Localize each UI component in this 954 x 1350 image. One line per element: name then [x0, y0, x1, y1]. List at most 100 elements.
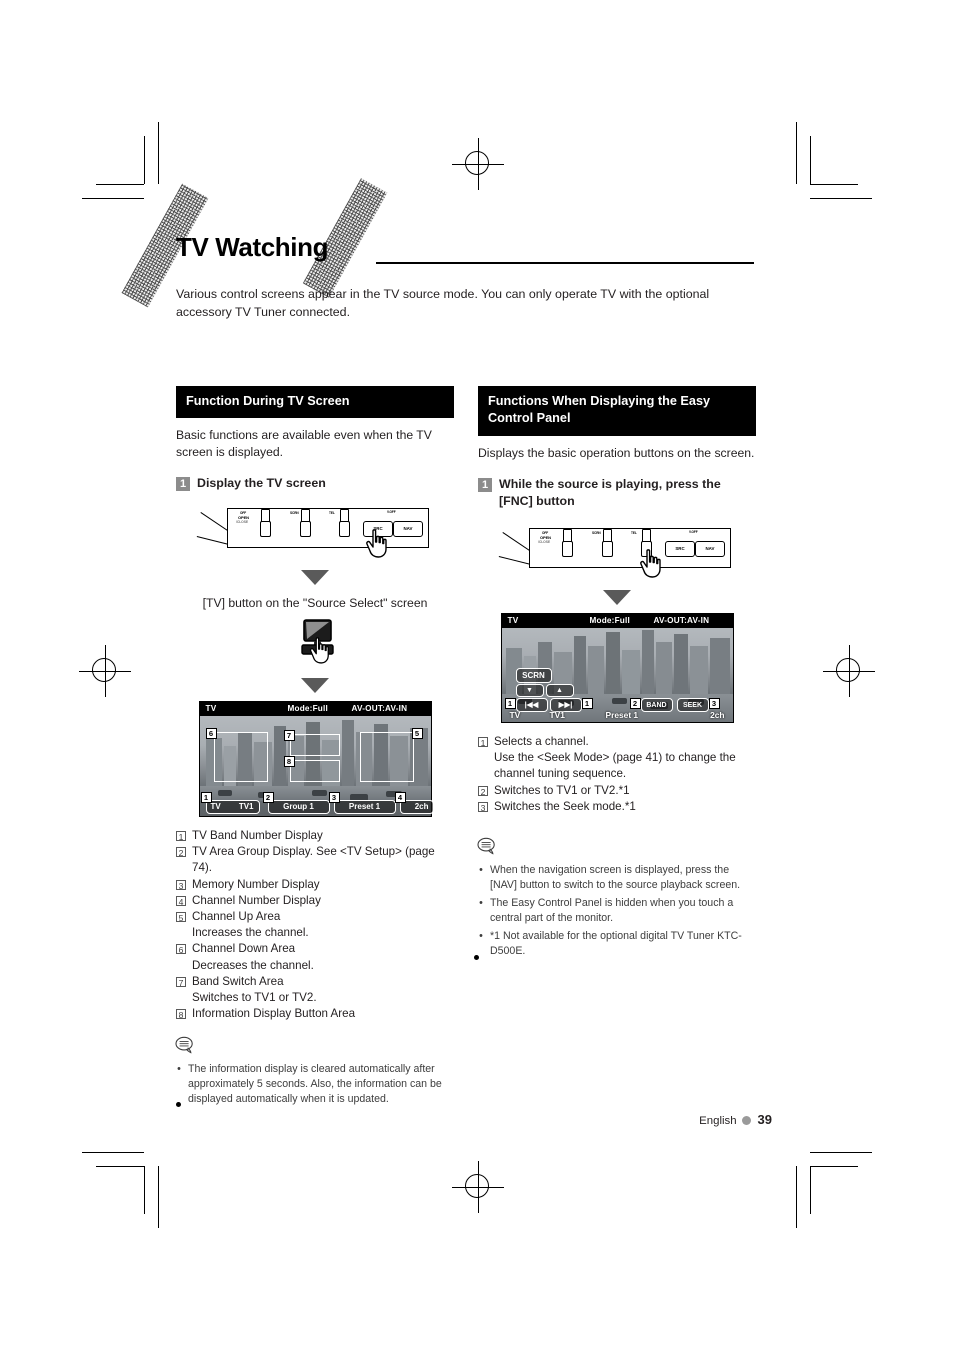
tv-status-bar: TV Mode:Full AV-OUT:AV-IN [199, 702, 431, 716]
list-item: 3 Memory Number Display [176, 877, 454, 893]
callout-3: 3 [708, 698, 720, 709]
item-number: 5 [176, 912, 186, 923]
intro-paragraph: Various control screens appear in the TV… [176, 287, 710, 319]
item-text: TV Band Number Display [192, 829, 323, 842]
left-faceplate-label-close: /CLOSE [236, 520, 249, 524]
right-item-list: 1 Selects a channel. Use the <Seek Mode> … [478, 734, 756, 815]
left-faceplate-label-voff: V.OFF [387, 510, 396, 514]
item-number: 3 [176, 879, 186, 891]
note-text: The information display is cleared autom… [188, 1063, 442, 1106]
right-faceplate-label-close: /CLOSE [538, 540, 551, 544]
item-text: Band Switch Area [192, 974, 284, 988]
item-number: 2 [176, 847, 186, 858]
callout-6: 6 [205, 728, 217, 739]
manual-page: TV Watching Various control screens appe… [0, 0, 954, 1350]
tv-preset-button[interactable]: Preset 1 [333, 800, 396, 814]
item-number: 1 [176, 831, 186, 842]
callout-3: 3 [328, 792, 340, 803]
note-bullet: • [479, 864, 483, 877]
item-text: Switches to TV1 or TV2.*1 [494, 783, 630, 797]
left-item-list: 1 TV Band Number Display 2 TV Area Group D… [176, 828, 454, 1022]
left-faceplate-key-nav: NAV [393, 521, 423, 537]
item-subtext: Switches to TV1 or TV2. [192, 991, 317, 1005]
title-rule [376, 262, 754, 264]
left-section-header: Function During TV Screen [176, 386, 454, 418]
tv-band-button[interactable]: BAND [640, 698, 673, 712]
right-section-header: Functions When Displaying the Easy Contr… [478, 386, 756, 436]
footer-page-number: 39 [757, 1112, 772, 1127]
callout-1b: 1 [581, 698, 593, 709]
hand-pointer-icon [366, 529, 387, 558]
crop-mark-top-left [82, 122, 160, 200]
list-item: 1 Selects a channel. [478, 734, 756, 750]
list-item: 2 TV Area Group Display. See <TV Setup> (… [176, 844, 454, 876]
tv-channel-down-area[interactable] [213, 732, 268, 782]
item-text: Information Display Button Area [192, 1007, 356, 1021]
item-number: 3 [478, 801, 488, 813]
tv-seek-button[interactable]: SEEK [676, 698, 709, 712]
list-item: 8 Information Display Button Area [176, 1006, 454, 1022]
right-column: Functions When Displaying the Easy Contr… [477, 386, 756, 959]
note-text: The Easy Control Panel is hidden when yo… [490, 897, 734, 925]
list-item: 2 Switches to TV1 or TV2.*1 [478, 783, 756, 799]
tv-band-switch-area[interactable] [289, 734, 340, 756]
item-text: Switches the Seek mode.*1 [494, 799, 636, 813]
tv-volume-down-button[interactable]: ▼ [515, 684, 544, 697]
left-monitor-icon-group [176, 616, 454, 668]
tv-seek-previous-button[interactable]: |◀◀ [515, 698, 548, 712]
list-item: 7 Band Switch Area [176, 974, 454, 990]
right-faceplate-key-src: SRC [665, 541, 695, 557]
list-item: 5 Channel Up Area [176, 909, 454, 925]
tv-channel-up-area[interactable] [359, 732, 414, 782]
left-faceplate-illustration: OFF OPEN /CLOSE SCRN TEL V.OFF SRC NAV [195, 502, 435, 560]
callout-2: 2 [629, 698, 641, 709]
left-caption: [TV] button on the "Source Select" scree… [202, 596, 428, 610]
tv-info-display-area[interactable] [289, 760, 340, 782]
left-tv-screen-mock: TV Mode:Full AV-OUT:AV-IN 6 7 8 5 TV TV1… [198, 701, 434, 817]
item-number: 1 [478, 737, 488, 748]
note-item: • *1 Not available for the optional digi… [478, 929, 756, 959]
right-faceplate-label-voff: V.OFF [689, 530, 698, 534]
tv-volume-up-button[interactable]: ▲ [545, 684, 574, 697]
right-step-1: 1 While the source is playing, press the… [478, 476, 756, 510]
list-item: 4 Channel Number Display [176, 893, 454, 909]
tv-bottom-channel: 2ch [710, 709, 725, 720]
item-number: 4 [176, 895, 186, 907]
item-text: Channel Up Area [192, 910, 281, 924]
left-note-block: • The information display is cleared aut… [175, 1036, 454, 1107]
registration-mark-bottom [452, 1161, 504, 1213]
tv-band-label: TV [210, 802, 221, 811]
note-bullet: • [177, 1063, 181, 1076]
tv-band-button[interactable]: TV TV1 [205, 800, 260, 814]
note-balloon-icon [477, 837, 495, 855]
item-text: Channel Down Area [192, 942, 296, 956]
left-step-1-text: Display the TV screen [197, 476, 326, 490]
list-item: 1 TV Band Number Display [176, 828, 454, 844]
item-subtext: Increases the channel. [192, 926, 309, 940]
crop-mark-top-right [796, 122, 872, 200]
left-faceplate-label-scrn: SCRN [290, 511, 299, 515]
page-footer: English 39 [0, 1112, 954, 1127]
left-faceplate-label-tel: TEL [329, 511, 335, 515]
footer-language: English [699, 1115, 737, 1127]
tv-bottom-band: TV [509, 709, 521, 720]
registration-mark-right [823, 645, 875, 697]
callout-2: 2 [262, 792, 274, 803]
note-text: When the navigation screen is displayed,… [490, 864, 741, 892]
tv-bottom-band-value: TV1 [549, 709, 565, 720]
tv-status-bar: TV Mode:Full AV-OUT:AV-IN [501, 614, 733, 628]
tv-group-button[interactable]: Group 1 [267, 800, 330, 814]
item-text: Channel Number Display [192, 893, 321, 907]
tv-scrn-button[interactable]: SCRN [515, 668, 552, 683]
page-title: TV Watching [176, 232, 329, 262]
footer-dot-icon [741, 1116, 751, 1126]
tv-band-value: TV1 [238, 802, 254, 811]
tv-status-source: TV [205, 704, 217, 713]
crop-mark-bottom-left [82, 1152, 160, 1228]
callout-1: 1 [200, 792, 212, 803]
item-number: 8 [176, 1009, 186, 1020]
right-step-1-text: While the source is playing, press the [… [499, 477, 721, 508]
list-item: 3 Switches the Seek mode.*1 [478, 799, 756, 815]
right-faceplate-illustration: OFF OPEN /CLOSE SCRN TEL V.OFF SRC NAV [497, 522, 737, 580]
note-bullet: • [479, 897, 483, 910]
